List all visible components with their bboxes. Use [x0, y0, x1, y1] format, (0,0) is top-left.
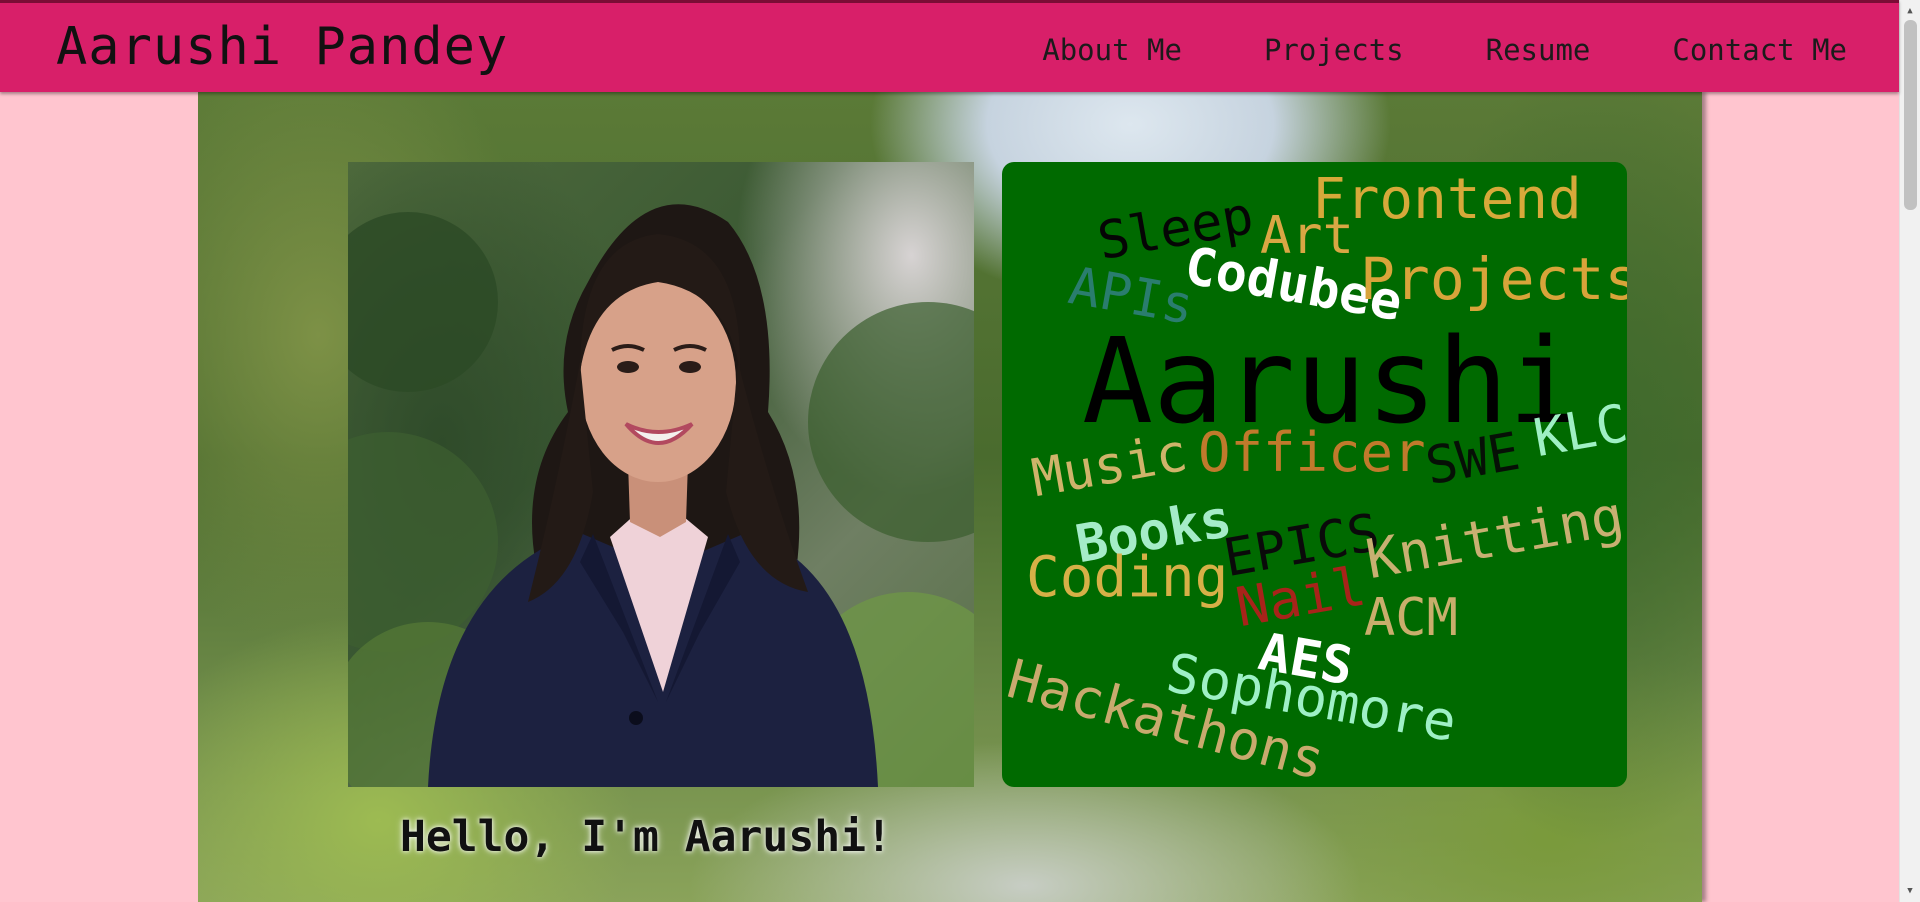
- word-officer: Officer: [1198, 421, 1426, 484]
- word-projects: Projects: [1360, 245, 1627, 313]
- nav-projects[interactable]: Projects: [1264, 33, 1404, 67]
- word-knitting: Knitting: [1361, 483, 1627, 592]
- scrollbar-thumb[interactable]: [1904, 20, 1917, 210]
- nav-contact-me[interactable]: Contact Me: [1672, 33, 1847, 67]
- page-scrollbar[interactable]: ▲ ▼: [1899, 0, 1920, 902]
- profile-photo-illustration: [348, 204, 974, 787]
- site-brand[interactable]: Aarushi Pandey: [56, 17, 508, 77]
- nav-about-me[interactable]: About Me: [1042, 33, 1182, 67]
- word-coding: Coding: [1026, 545, 1229, 610]
- scroll-up-arrow-icon[interactable]: ▲: [1900, 2, 1920, 20]
- hero-greeting: Hello, I'm Aarushi!: [400, 812, 892, 862]
- hero-section: Frontend Sleep Art Codubee Projects APIs…: [198, 92, 1702, 902]
- word-swe: SWE: [1421, 421, 1525, 498]
- word-klc: KLC: [1529, 393, 1627, 470]
- profile-photo: [348, 162, 974, 787]
- scroll-down-arrow-icon[interactable]: ▼: [1900, 882, 1920, 900]
- word-music: Music: [1027, 422, 1192, 510]
- interests-wordcloud: Frontend Sleep Art Codubee Projects APIs…: [1002, 162, 1627, 787]
- word-acm: ACM: [1364, 588, 1458, 648]
- main-nav: About Me Projects Resume Contact Me: [1042, 33, 1847, 67]
- nav-resume[interactable]: Resume: [1486, 33, 1591, 67]
- top-navbar: Aarushi Pandey About Me Projects Resume …: [0, 0, 1899, 92]
